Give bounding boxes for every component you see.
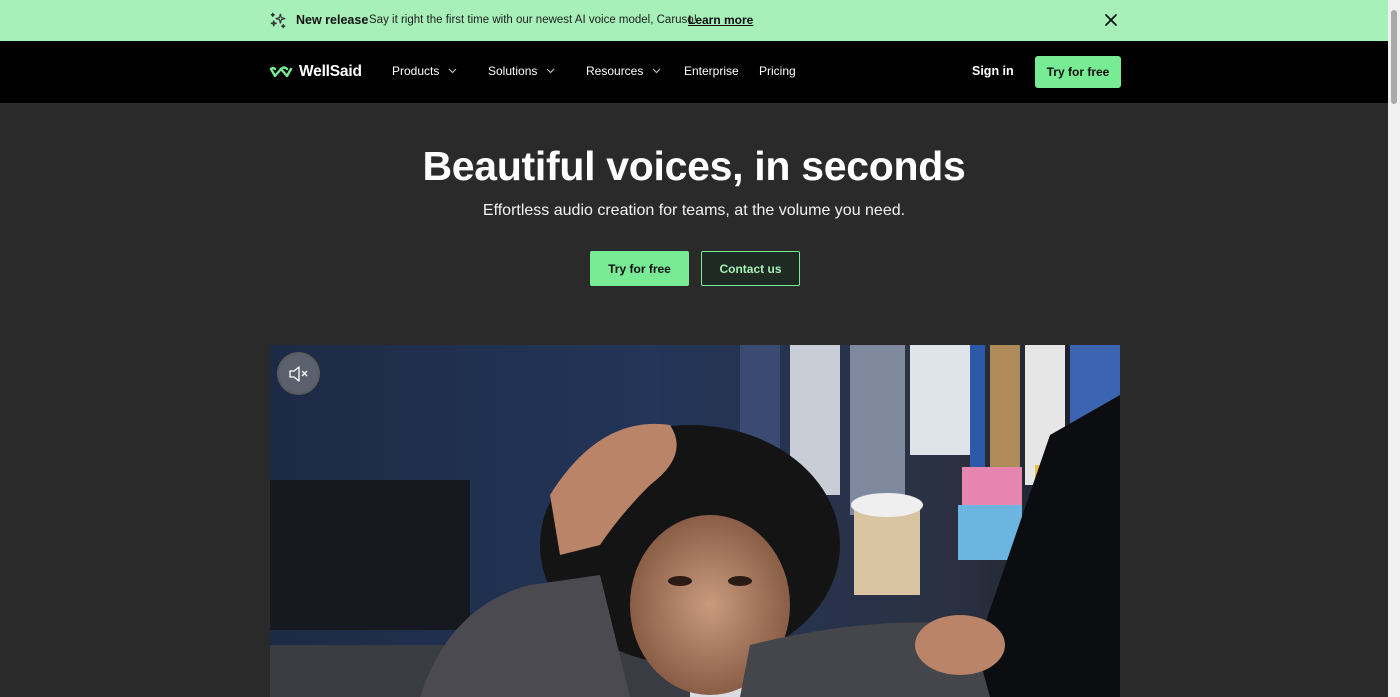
nav-enterprise[interactable]: Enterprise bbox=[684, 64, 739, 78]
contact-us-button[interactable]: Contact us bbox=[701, 251, 800, 286]
nav-try-for-free-button[interactable]: Try for free bbox=[1035, 56, 1121, 88]
announcement-message: Say it right the first time with our new… bbox=[369, 14, 697, 26]
brand-name: WellSaid bbox=[299, 63, 362, 80]
speaker-muted-icon bbox=[288, 365, 307, 382]
nav-resources[interactable]: Resources bbox=[586, 64, 661, 78]
hero-title: Beautiful voices, in seconds bbox=[422, 143, 966, 189]
try-for-free-button[interactable]: Try for free bbox=[590, 251, 689, 286]
nav-products-label: Products bbox=[392, 64, 440, 78]
scrollbar-thumb[interactable] bbox=[1391, 10, 1397, 104]
page-scrollbar[interactable] bbox=[1388, 0, 1400, 697]
logo-mark-icon bbox=[269, 66, 293, 78]
video-frame-image bbox=[270, 345, 1120, 697]
sign-in-link[interactable]: Sign in bbox=[972, 64, 1014, 78]
nav-solutions-label: Solutions bbox=[488, 64, 538, 78]
chevron-down-icon bbox=[448, 68, 457, 74]
sparkle-icon bbox=[270, 12, 286, 29]
chevron-down-icon bbox=[652, 68, 661, 74]
wellsaid-logo[interactable]: WellSaid bbox=[269, 63, 362, 81]
nav-products[interactable]: Products bbox=[392, 64, 457, 78]
announcement-bar: New release Say it right the first time … bbox=[0, 0, 1388, 41]
learn-more-link[interactable]: Learn more bbox=[688, 13, 753, 27]
top-navigation: WellSaid Products Solutions Resources En… bbox=[0, 41, 1388, 103]
nav-pricing[interactable]: Pricing bbox=[759, 64, 796, 78]
chevron-down-icon bbox=[546, 68, 555, 74]
hero-video[interactable] bbox=[270, 345, 1120, 697]
mute-toggle-button[interactable] bbox=[277, 352, 320, 395]
hero-subtitle: Effortless audio creation for teams, at … bbox=[482, 202, 906, 219]
nav-pricing-label: Pricing bbox=[759, 64, 796, 78]
announcement-label: New release bbox=[296, 13, 369, 27]
nav-enterprise-label: Enterprise bbox=[684, 64, 739, 78]
nav-resources-label: Resources bbox=[586, 64, 644, 78]
close-icon[interactable] bbox=[1102, 11, 1120, 29]
nav-solutions[interactable]: Solutions bbox=[488, 64, 555, 78]
